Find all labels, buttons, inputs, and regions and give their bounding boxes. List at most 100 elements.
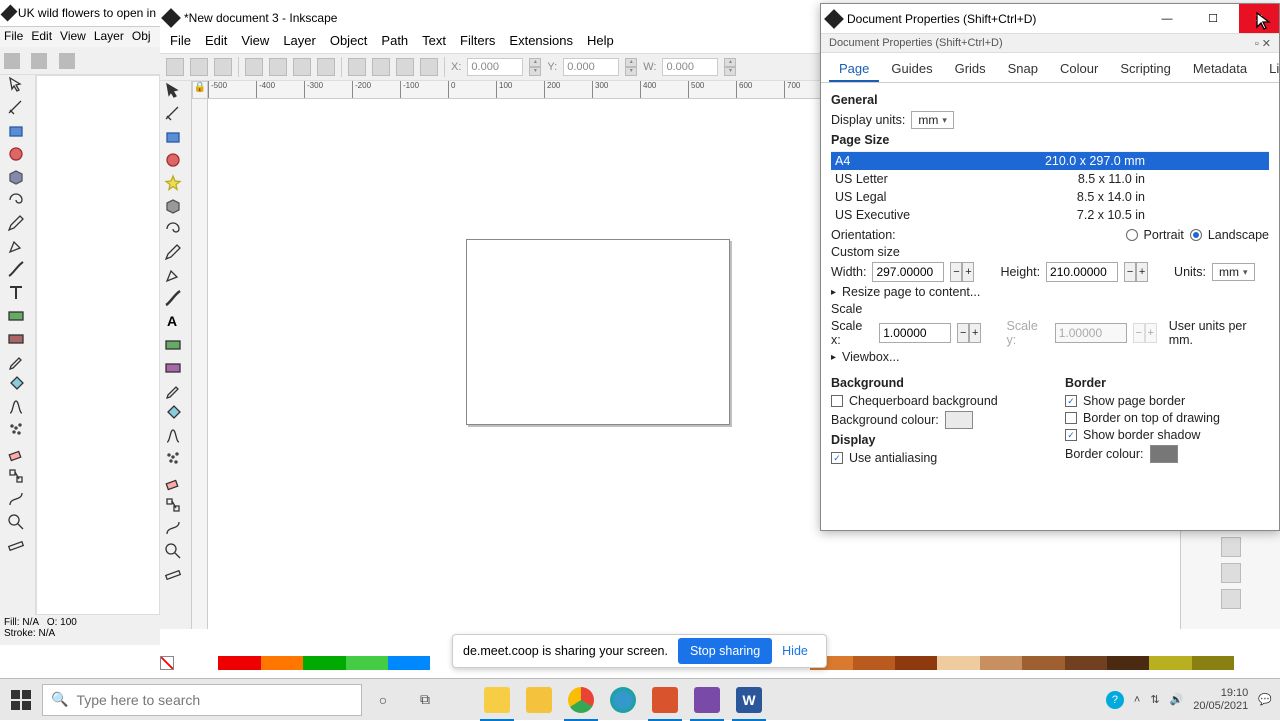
canvas[interactable] [208, 99, 920, 629]
swatch[interactable] [388, 656, 430, 670]
menu-object[interactable]: Object [330, 33, 368, 49]
display-units-select[interactable]: mm [911, 111, 954, 129]
task-view-button[interactable]: ⧉ [404, 679, 446, 721]
rotate-ccw-icon[interactable] [245, 58, 263, 76]
no-fill-swatch[interactable] [160, 656, 174, 670]
expand-icon[interactable]: ▸ [831, 352, 836, 363]
lower-icon[interactable] [396, 58, 414, 76]
menu-layer[interactable]: Layer [283, 33, 316, 49]
tab-scripting[interactable]: Scripting [1110, 57, 1181, 82]
pen-icon[interactable] [7, 237, 29, 259]
bg-menu-view[interactable]: View [60, 29, 86, 45]
maximize-button[interactable]: ☐ [1193, 4, 1233, 33]
box3d-icon[interactable] [164, 197, 188, 219]
menu-filters[interactable]: Filters [460, 33, 495, 49]
units-select[interactable]: mm [1212, 263, 1255, 281]
y-input[interactable] [563, 58, 619, 76]
snap-icon[interactable] [1221, 589, 1241, 609]
swatch[interactable] [1149, 656, 1191, 670]
tab-page[interactable]: Page [829, 57, 879, 82]
bg-tool-icon[interactable] [59, 53, 75, 69]
zoom-icon[interactable] [164, 542, 188, 564]
circle-icon[interactable] [164, 151, 188, 173]
circle-icon[interactable] [7, 145, 29, 167]
menu-view[interactable]: View [241, 33, 269, 49]
swatch[interactable] [1107, 656, 1149, 670]
raise-icon[interactable] [372, 58, 390, 76]
bucket-icon[interactable] [7, 375, 29, 397]
landscape-radio[interactable] [1190, 229, 1202, 241]
lpe-icon[interactable] [7, 490, 29, 512]
tweak-icon[interactable] [7, 398, 29, 420]
height-stepper[interactable]: −+ [1124, 262, 1148, 282]
node-icon[interactable] [164, 105, 188, 127]
flip-v-icon[interactable] [317, 58, 335, 76]
flip-h-icon[interactable] [293, 58, 311, 76]
minimize-button[interactable]: — [1147, 4, 1187, 33]
pen-icon[interactable] [164, 266, 188, 288]
expand-icon[interactable]: ▸ [831, 287, 836, 298]
width-input[interactable] [872, 262, 944, 282]
rect-icon[interactable] [7, 122, 29, 144]
bg-menu-file[interactable]: File [4, 29, 23, 45]
tab-licence[interactable]: Licence [1259, 57, 1280, 82]
bg-tool-icon[interactable] [31, 53, 47, 69]
border-color-swatch[interactable] [1150, 445, 1178, 463]
taskbar-app-explorer[interactable] [476, 679, 518, 721]
swatch[interactable] [346, 656, 388, 670]
bgcolor-swatch[interactable] [945, 411, 973, 429]
gradient-icon[interactable] [7, 306, 29, 328]
taskbar-search[interactable]: 🔍 Type here to search [42, 684, 362, 716]
taskbar-clock[interactable]: 19:10 20/05/2021 [1193, 687, 1248, 713]
bg-menu-layer[interactable]: Layer [94, 29, 124, 45]
spray-icon[interactable] [7, 421, 29, 443]
hide-banner-button[interactable]: Hide [782, 644, 808, 658]
select-layers-icon[interactable] [190, 58, 208, 76]
tab-metadata[interactable]: Metadata [1183, 57, 1257, 82]
dropper-icon[interactable] [7, 352, 29, 374]
width-stepper[interactable]: −+ [950, 262, 974, 282]
deselect-icon[interactable] [214, 58, 232, 76]
mesh-icon[interactable] [164, 358, 188, 380]
page-size-list[interactable]: A4 210.0 x 297.0 mm US Letter 8.5 x 11.0… [831, 151, 1269, 224]
w-spinner[interactable]: ▴▾ [724, 58, 736, 76]
rect-icon[interactable] [164, 128, 188, 150]
zoom-icon[interactable] [7, 513, 29, 535]
cortana-button[interactable]: ○ [362, 679, 404, 721]
border-top-checkbox[interactable] [1065, 412, 1077, 424]
taskbar-app-unknown[interactable] [644, 679, 686, 721]
size-us-executive[interactable]: US Executive 7.2 x 10.5 in [831, 206, 1269, 224]
text-icon[interactable]: A [164, 312, 188, 334]
select-all-icon[interactable] [166, 58, 184, 76]
dropper-icon[interactable] [164, 381, 188, 403]
size-a4[interactable]: A4 210.0 x 297.0 mm [831, 152, 1269, 170]
bucket-icon[interactable] [164, 404, 188, 426]
gradient-icon[interactable] [164, 335, 188, 357]
menu-extensions[interactable]: Extensions [509, 33, 573, 49]
scalex-stepper[interactable]: −+ [957, 323, 981, 343]
star-icon[interactable] [164, 174, 188, 196]
swatch[interactable] [261, 656, 303, 670]
viewbox-expand[interactable]: Viewbox... [842, 350, 899, 364]
dock-icons[interactable]: ▫ ✕ [1255, 37, 1271, 49]
notifications-icon[interactable]: 💬 [1258, 693, 1272, 706]
eraser-icon[interactable] [7, 444, 29, 466]
taskbar-app-edge[interactable] [602, 679, 644, 721]
size-us-legal[interactable]: US Legal 8.5 x 14.0 in [831, 188, 1269, 206]
calligraphy-icon[interactable] [164, 289, 188, 311]
pointer-icon[interactable] [164, 82, 188, 104]
swatch[interactable] [218, 656, 260, 670]
spiral-icon[interactable] [7, 191, 29, 213]
taskbar-app-word[interactable]: W [728, 679, 770, 721]
raise-top-icon[interactable] [348, 58, 366, 76]
node-icon[interactable] [7, 99, 29, 121]
lower-bottom-icon[interactable] [420, 58, 438, 76]
swatch[interactable] [980, 656, 1022, 670]
swatch[interactable] [1022, 656, 1064, 670]
menu-edit[interactable]: Edit [205, 33, 227, 49]
calligraphy-icon[interactable] [7, 260, 29, 282]
eraser-icon[interactable] [164, 473, 188, 495]
snap-icon[interactable] [1221, 537, 1241, 557]
tab-snap[interactable]: Snap [998, 57, 1048, 82]
portrait-radio[interactable] [1126, 229, 1138, 241]
